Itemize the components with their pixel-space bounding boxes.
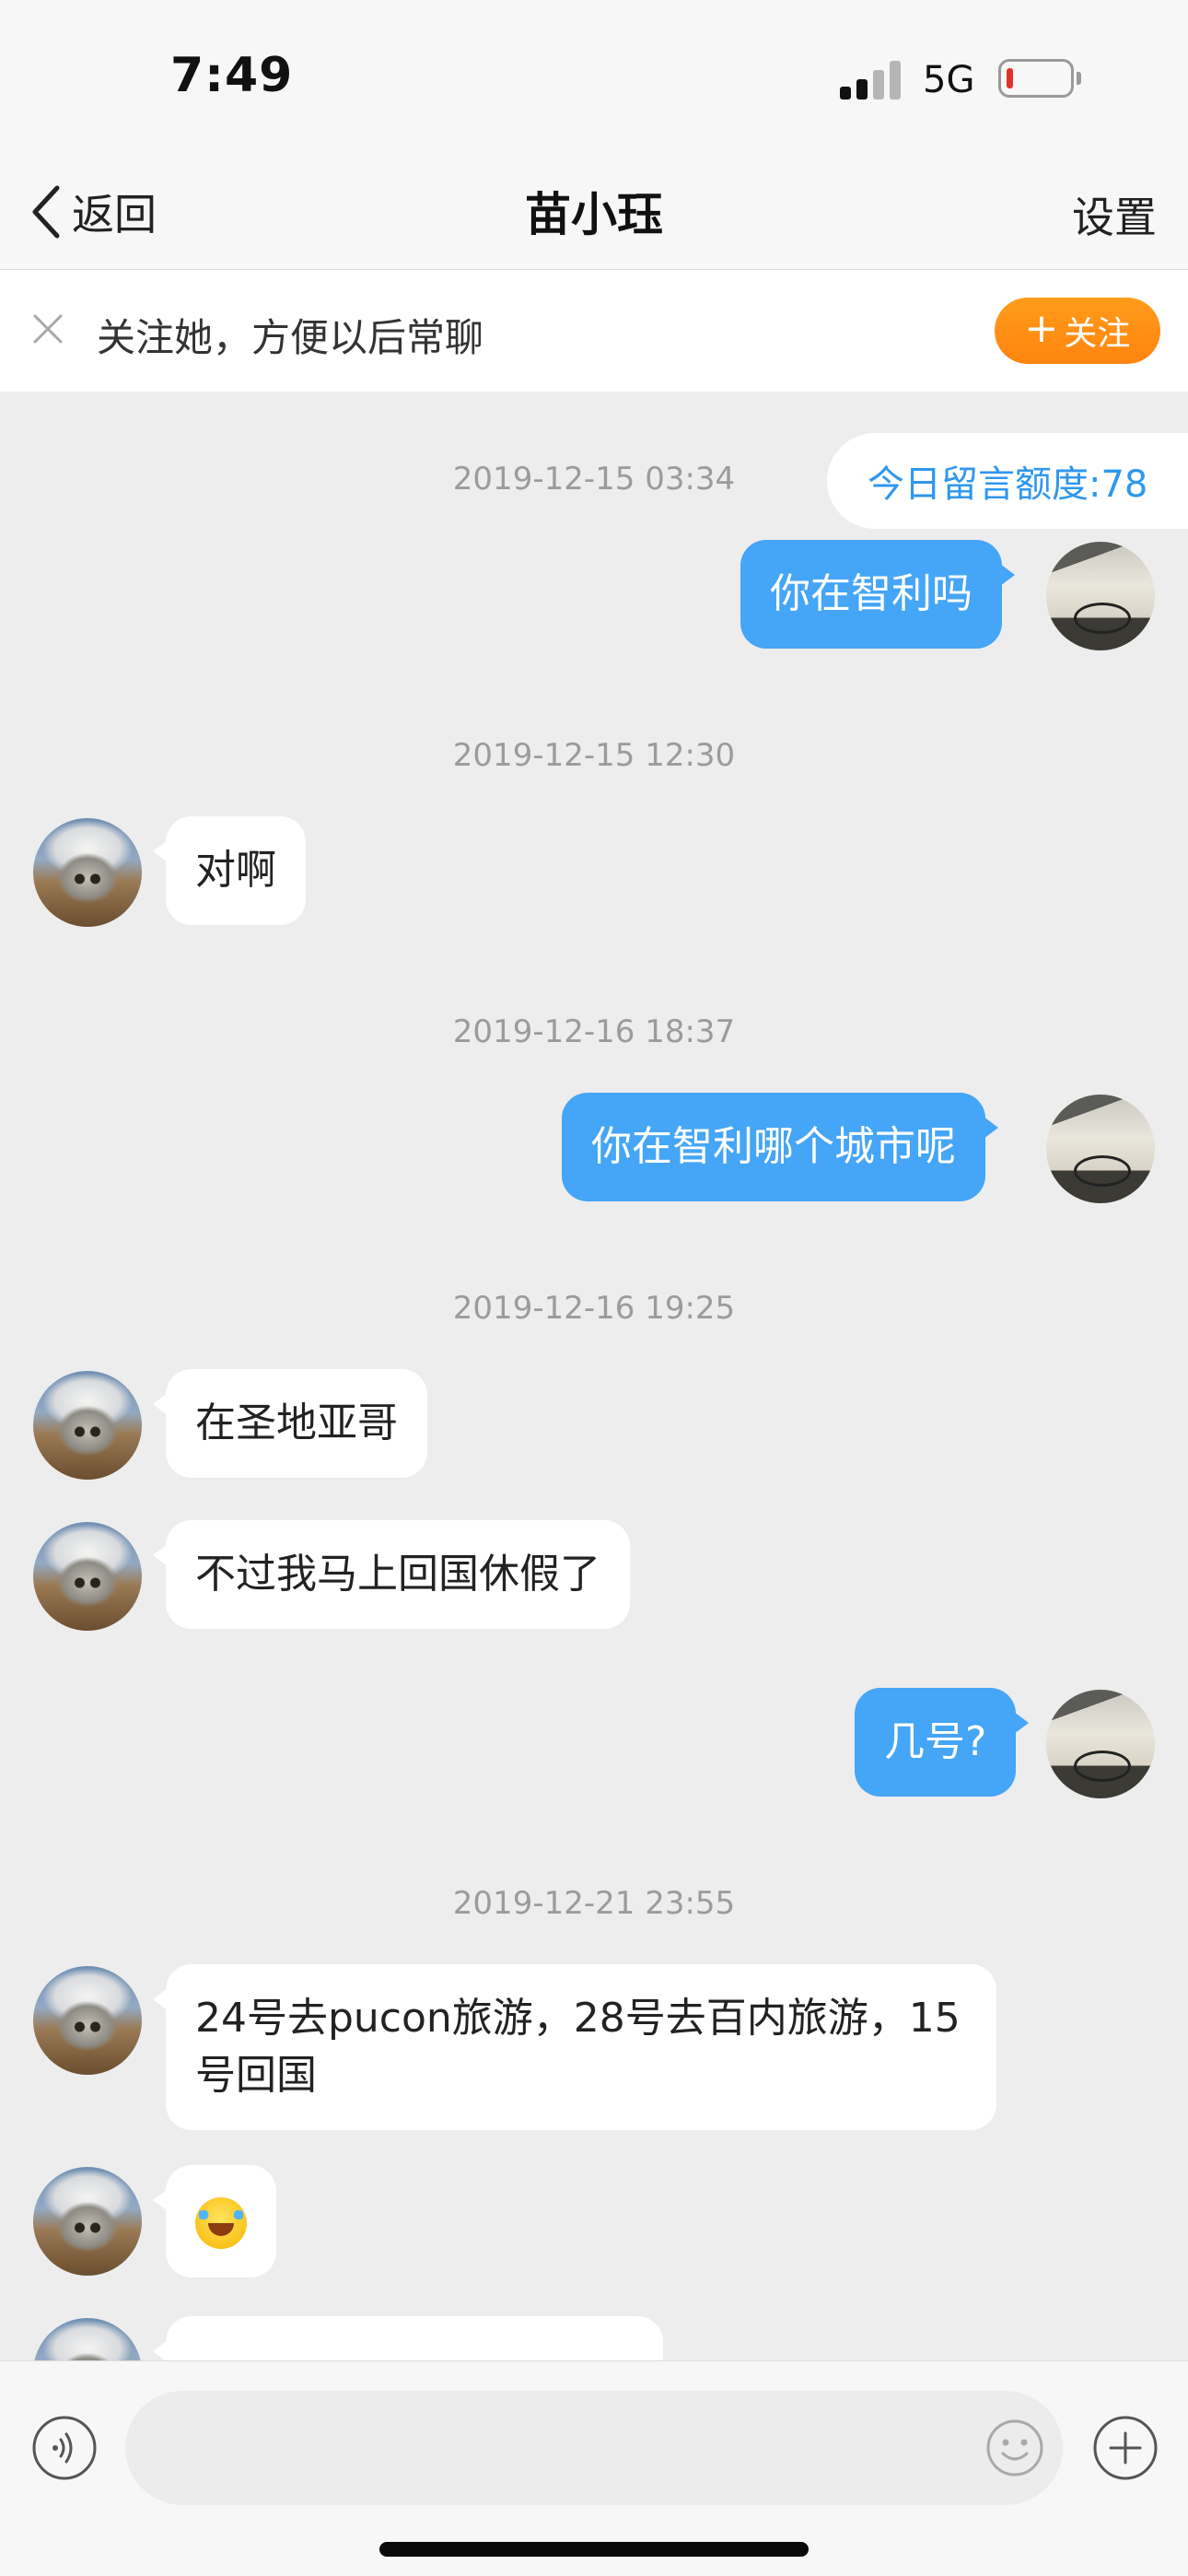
- input-bar: [0, 2360, 1188, 2576]
- my-avatar[interactable]: [1046, 542, 1155, 650]
- message-timestamp: 2019-12-21 23:55: [452, 1885, 736, 1922]
- message-text: 在圣地亚哥: [195, 1399, 398, 1446]
- message-timestamp: 2019-12-16 19:25: [452, 1290, 736, 1327]
- message-text: 24号去pucon旅游，28号去百内旅游，15号回国: [195, 1995, 961, 2099]
- contact-avatar[interactable]: [33, 1371, 142, 1480]
- settings-button[interactable]: 设置: [1072, 184, 1157, 245]
- emoji-icon[interactable]: [985, 2418, 1044, 2477]
- plus-icon: +: [1024, 305, 1059, 352]
- message-text: 不过我马上回国休假了: [195, 1551, 600, 1598]
- status-time: 7:49: [170, 48, 294, 103]
- my-avatar[interactable]: [1046, 1095, 1155, 1203]
- top-bar: 7:49 5G 返回 苗小珏 设置: [0, 0, 1188, 270]
- chat-title: 苗小珏: [525, 188, 663, 241]
- contact-avatar[interactable]: [33, 1966, 142, 2075]
- message-text: 你在智利哪个城市呢: [591, 1123, 956, 1170]
- message-timestamp: 2019-12-15 12:30: [452, 737, 736, 774]
- add-icon[interactable]: [1092, 2415, 1159, 2481]
- message-bubble-incoming[interactable]: [153, 2165, 276, 2277]
- voice-input-icon[interactable]: [31, 2415, 98, 2481]
- contact-avatar[interactable]: [33, 1522, 142, 1631]
- home-indicator: [379, 2542, 809, 2557]
- message-bubble-incoming[interactable]: 对啊: [153, 816, 306, 925]
- follow-button-label: 关注: [1064, 315, 1131, 353]
- message-bubble-outgoing[interactable]: 几号?: [855, 1688, 1030, 1797]
- message-input[interactable]: [125, 2391, 1063, 2505]
- contact-avatar[interactable]: [33, 2167, 142, 2276]
- message-bubble-outgoing[interactable]: 你在智利吗: [740, 540, 1015, 649]
- message-bubble-incoming[interactable]: 24号去pucon旅游，28号去百内旅游，15号回国: [153, 1964, 996, 2130]
- battery-icon: [998, 59, 1081, 98]
- follow-button[interactable]: + 关注: [995, 298, 1160, 364]
- message-bubble-incoming[interactable]: 不过我马上回国休假了: [153, 1520, 630, 1629]
- battery-level: [1007, 68, 1013, 88]
- network-type: 5G: [923, 59, 975, 101]
- contact-avatar[interactable]: [33, 818, 142, 927]
- message-text: 对啊: [195, 847, 276, 894]
- tears-of-joy-emoji-icon: [195, 2197, 247, 2249]
- follow-banner: 关注她，方便以后常聊 + 关注: [0, 270, 1188, 392]
- message-bubble-outgoing[interactable]: 你在智利哪个城市呢: [562, 1093, 998, 1201]
- follow-prompt-text: 关注她，方便以后常聊: [97, 315, 484, 360]
- message-bubble-incoming[interactable]: 在圣地亚哥: [153, 1369, 427, 1478]
- message-text: 你在智利吗: [770, 570, 973, 617]
- close-icon[interactable]: [31, 312, 64, 345]
- message-text: 几号?: [884, 1718, 987, 1765]
- message-timestamp: 2019-12-16 18:37: [452, 1013, 736, 1050]
- message-timestamp: 2019-12-15 03:34: [452, 461, 736, 498]
- signal-strength-icon: [840, 59, 904, 100]
- my-avatar[interactable]: [1046, 1690, 1155, 1798]
